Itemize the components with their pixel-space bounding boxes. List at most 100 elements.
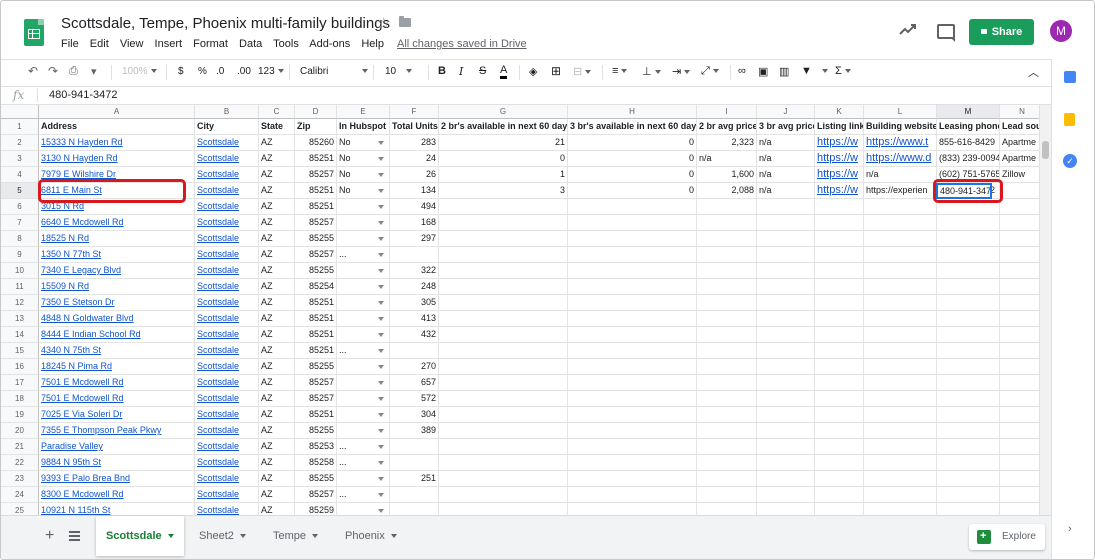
cell-state[interactable]: AZ <box>259 311 295 327</box>
cell-avg2[interactable]: 2,323 <box>697 135 757 151</box>
cell-city[interactable]: Scottsdale <box>195 231 259 247</box>
cell-avg2[interactable] <box>697 439 757 455</box>
cell-units[interactable]: 413 <box>390 311 439 327</box>
cell-hubspot[interactable] <box>337 375 390 391</box>
cell-hubspot[interactable]: ... <box>337 455 390 471</box>
tab-scottsdale[interactable]: Scottsdale <box>96 516 184 556</box>
borders-icon[interactable]: ⊞ <box>551 64 561 78</box>
cell-zip[interactable]: 85260 <box>295 135 337 151</box>
cell-units[interactable]: 297 <box>390 231 439 247</box>
cell-br2[interactable]: 0 <box>439 151 568 167</box>
cell-avg2[interactable] <box>697 327 757 343</box>
cell-avg2[interactable] <box>697 359 757 375</box>
cell-br3[interactable] <box>568 375 697 391</box>
cell-website[interactable] <box>864 327 937 343</box>
rotate-icon[interactable]: ⤢ <box>701 65 719 78</box>
cell-br2[interactable] <box>439 375 568 391</box>
column-title-address[interactable]: Address <box>39 119 195 135</box>
column-header-e[interactable]: E <box>337 105 390 119</box>
cell-br3[interactable] <box>568 471 697 487</box>
cell-br2[interactable] <box>439 263 568 279</box>
cell-phone[interactable] <box>937 471 1000 487</box>
cell-zip[interactable]: 85257 <box>295 391 337 407</box>
cell-units[interactable]: 248 <box>390 279 439 295</box>
row-header[interactable]: 22 <box>1 455 39 471</box>
cell-br3[interactable]: 0 <box>568 151 697 167</box>
cell-br2[interactable] <box>439 439 568 455</box>
row-header[interactable]: 16 <box>1 359 39 375</box>
cell-city[interactable]: Scottsdale <box>195 407 259 423</box>
cell-zip[interactable]: 85251 <box>295 183 337 199</box>
cell-avg2[interactable]: n/a <box>697 151 757 167</box>
cell-listing[interactable] <box>815 503 864 515</box>
cell-state[interactable]: AZ <box>259 183 295 199</box>
cell-avg2[interactable] <box>697 311 757 327</box>
cell-br2[interactable] <box>439 423 568 439</box>
cell-br3[interactable] <box>568 247 697 263</box>
cell-hubspot[interactable] <box>337 359 390 375</box>
cell-city[interactable]: Scottsdale <box>195 263 259 279</box>
cell-avg2[interactable] <box>697 375 757 391</box>
cell-units[interactable]: 494 <box>390 199 439 215</box>
cell-state[interactable]: AZ <box>259 135 295 151</box>
cell-hubspot[interactable] <box>337 407 390 423</box>
cell-city[interactable]: Scottsdale <box>195 199 259 215</box>
column-title-br3[interactable]: 3 br's available in next 60 days <box>568 119 697 135</box>
cell-avg3[interactable] <box>757 455 815 471</box>
cell-city[interactable]: Scottsdale <box>195 135 259 151</box>
cell-listing[interactable]: https://w <box>815 167 864 183</box>
cell-listing[interactable] <box>815 359 864 375</box>
align-icon[interactable]: ≡ <box>612 65 628 77</box>
cell-listing[interactable] <box>815 471 864 487</box>
cell-address[interactable]: 10921 N 115th St <box>39 503 195 515</box>
cell-zip[interactable]: 85255 <box>295 359 337 375</box>
cell-br3[interactable] <box>568 327 697 343</box>
cell-website[interactable] <box>864 503 937 515</box>
column-title-br2[interactable]: 2 br's available in next 60 days <box>439 119 568 135</box>
tab-phoenix[interactable]: Phoenix <box>335 516 407 556</box>
spreadsheet-grid[interactable]: A B C D E F G H I J K L M N 1 Address City State Zip In Hub… <box>1 105 1051 515</box>
cell-phone[interactable] <box>937 295 1000 311</box>
cell-state[interactable]: AZ <box>259 503 295 515</box>
cell-avg3[interactable] <box>757 199 815 215</box>
cell-br3[interactable] <box>568 455 697 471</box>
cell-state[interactable]: AZ <box>259 487 295 503</box>
cell-avg3[interactable]: n/a <box>757 135 815 151</box>
cell-br3[interactable] <box>568 423 697 439</box>
cell-phone[interactable] <box>937 423 1000 439</box>
cell-website[interactable] <box>864 295 937 311</box>
cell-units[interactable] <box>390 503 439 515</box>
cell-hubspot[interactable] <box>337 327 390 343</box>
cell-units[interactable]: 432 <box>390 327 439 343</box>
column-title-avg3[interactable]: 3 br avg price <box>757 119 815 135</box>
cell-state[interactable]: AZ <box>259 359 295 375</box>
cell-listing[interactable] <box>815 423 864 439</box>
row-header[interactable]: 25 <box>1 503 39 515</box>
cell-city[interactable]: Scottsdale <box>195 343 259 359</box>
cell-city[interactable]: Scottsdale <box>195 295 259 311</box>
cell-br2[interactable] <box>439 407 568 423</box>
cell-zip[interactable]: 85253 <box>295 439 337 455</box>
star-icon[interactable]: ☆ <box>377 14 390 32</box>
cell-phone[interactable] <box>937 359 1000 375</box>
cell-avg2[interactable] <box>697 215 757 231</box>
cell-avg3[interactable] <box>757 263 815 279</box>
cell-listing[interactable] <box>815 455 864 471</box>
cell-units[interactable]: 251 <box>390 471 439 487</box>
scroll-thumb[interactable] <box>1042 141 1049 159</box>
cell-br3[interactable] <box>568 263 697 279</box>
formula-input[interactable]: 480-941-3472 <box>49 89 118 101</box>
cell-phone[interactable] <box>937 231 1000 247</box>
collapse-toolbar-icon[interactable]: ︿ <box>1028 64 1039 80</box>
cell-units[interactable]: 322 <box>390 263 439 279</box>
cell-avg2[interactable] <box>697 503 757 515</box>
cell-listing[interactable] <box>815 199 864 215</box>
cell-state[interactable]: AZ <box>259 295 295 311</box>
cell-website[interactable]: https://www.t <box>864 135 937 151</box>
cell-phone[interactable] <box>937 487 1000 503</box>
cell-address[interactable]: 7501 E Mcdowell Rd <box>39 375 195 391</box>
cell-units[interactable]: 134 <box>390 183 439 199</box>
cell-br3[interactable]: 0 <box>568 183 697 199</box>
sheets-logo-icon[interactable] <box>24 19 44 46</box>
cell-website[interactable] <box>864 231 937 247</box>
